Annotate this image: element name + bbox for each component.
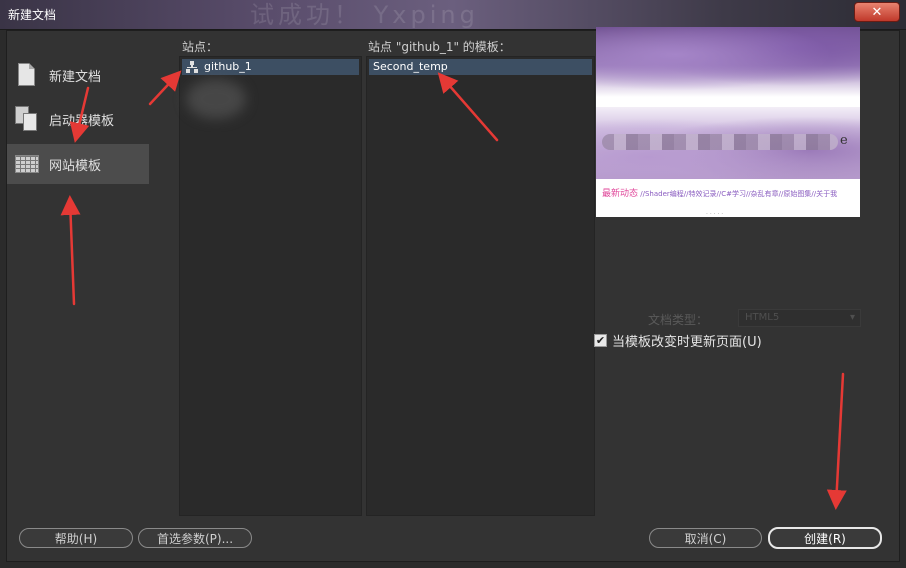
sites-panel-label: 站点：: [182, 40, 219, 54]
close-button[interactable]: ✕: [854, 2, 900, 22]
create-button[interactable]: 创建(R): [768, 527, 882, 549]
blank-document-icon: [15, 62, 39, 88]
chevron-down-icon: ▾: [849, 312, 855, 323]
title-bar: 试成功！ Yxping 新建文档 ✕: [0, 0, 906, 30]
update-on-change-label: 当模板改变时更新页面(U): [612, 335, 762, 350]
category-site-templates[interactable]: 网站模板: [7, 144, 149, 184]
preview-banner-image: [596, 27, 860, 97]
doctype-value: HTML5: [745, 312, 780, 323]
create-button-label: 创建(R): [804, 531, 846, 546]
category-label: 新建文档: [49, 69, 102, 85]
close-icon: ✕: [871, 4, 883, 20]
cancel-button[interactable]: 取消(C): [649, 528, 762, 548]
preview-news-list: //Shader编程//特效记录//C#学习//杂乱有章//原始图集//关于我: [640, 190, 838, 198]
preferences-button[interactable]: 首选参数(P)...: [138, 528, 252, 548]
blurred-region: [186, 79, 246, 119]
background-window-caption: 试成功！ Yxping: [250, 1, 479, 29]
template-preview: e 最新动态 //Shader编程//特效记录//C#学习//杂乱有章//原始图…: [596, 27, 860, 217]
site-icon: [186, 61, 198, 73]
templates-panel-label: 站点 "github_1" 的模板：: [368, 40, 511, 54]
preferences-button-label: 首选参数(P)...: [156, 531, 234, 546]
help-button[interactable]: 帮助(H): [19, 528, 133, 548]
starter-template-icon: [15, 106, 39, 132]
category-starter-templates[interactable]: 启动器模板: [7, 99, 149, 139]
update-on-change-checkbox[interactable]: ✔: [594, 334, 607, 347]
preview-news-links: 最新动态 //Shader编程//特效记录//C#学习//杂乱有章//原始图集/…: [602, 190, 854, 199]
update-on-change-option[interactable]: ✔ 当模板改变时更新页面(U): [594, 331, 762, 350]
window-title: 新建文档: [8, 8, 57, 22]
category-label: 启动器模板: [49, 113, 115, 129]
preview-news-heading: 最新动态: [602, 189, 639, 199]
preview-blurred-text: [602, 134, 838, 150]
cancel-button-label: 取消(C): [684, 531, 727, 546]
preview-footer: · · · · ·: [706, 211, 724, 217]
doctype-select[interactable]: HTML5 ▾: [738, 309, 861, 327]
preview-trailing-letter: e: [840, 133, 848, 148]
doctype-label: 文档类型：: [648, 313, 709, 327]
help-button-label: 帮助(H): [54, 531, 98, 546]
templates-list[interactable]: Second_temp: [366, 56, 595, 516]
sites-list[interactable]: github_1: [179, 56, 362, 516]
site-item-github-1[interactable]: github_1: [182, 59, 359, 75]
category-new-document[interactable]: 新建文档: [7, 55, 149, 95]
template-item-label: Second_temp: [373, 60, 448, 73]
site-item-label: github_1: [204, 60, 252, 73]
template-item-second-temp[interactable]: Second_temp: [369, 59, 592, 75]
category-label: 网站模板: [49, 158, 102, 174]
site-template-icon: [15, 151, 39, 177]
